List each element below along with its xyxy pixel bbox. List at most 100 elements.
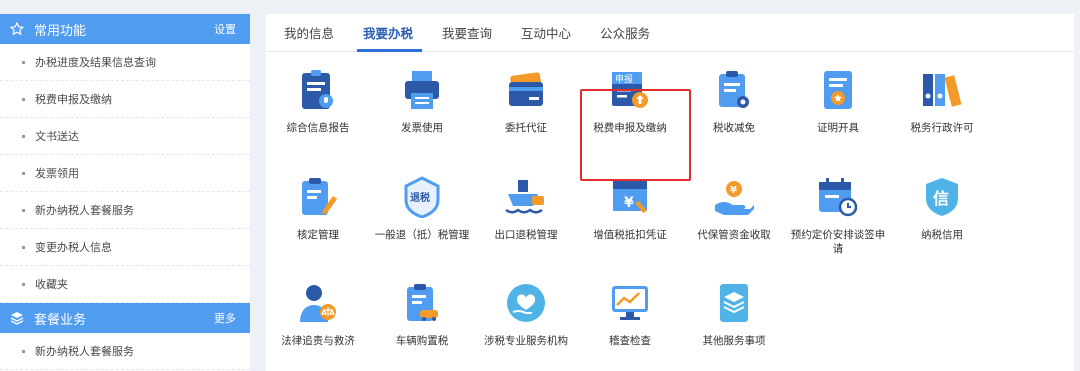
service-apa-application[interactable]: 预约定价安排谈签申请 <box>786 174 890 256</box>
star-icon <box>8 20 26 38</box>
bullet-icon <box>22 171 25 175</box>
ship-icon <box>503 174 549 220</box>
declare-upload-icon: 申报 <box>607 67 653 113</box>
refund-badge-text: 退税 <box>410 191 430 204</box>
sidebar-item-label: 收藏夹 <box>35 278 68 291</box>
service-label: 纳税信用 <box>921 229 963 241</box>
service-label: 税务行政许可 <box>910 122 974 134</box>
service-inspection[interactable]: 稽查检查 <box>578 280 682 348</box>
service-invoice-use[interactable]: 发票使用 <box>370 67 474 135</box>
main-panel: 我的信息 我要办税 我要查询 互动中心 公众服务 综合信息报告 发票使用 委托代… <box>266 14 1080 371</box>
yuan-ticket-icon: ¥ <box>607 174 653 220</box>
bullet-icon <box>22 245 25 249</box>
service-tax-credit[interactable]: 信 纳税信用 <box>890 174 994 242</box>
refund-shield-icon: 退税 <box>399 174 445 220</box>
sidebar: 常用功能 设置 办税进度及结果信息查询 税费申报及缴纳 文书送达 发票领用 新办… <box>0 14 250 371</box>
layers-doc-icon <box>711 280 757 326</box>
sidebar-item-label: 文书送达 <box>35 130 79 143</box>
sidebar-item-favorites[interactable]: 收藏夹 <box>0 266 250 303</box>
service-certificate[interactable]: 证明开具 <box>786 67 890 135</box>
package-header: 套餐业务 更多 <box>0 303 250 333</box>
calendar-clock-icon <box>815 174 861 220</box>
credit-shield-icon: 信 <box>919 174 965 220</box>
service-tax-reduction[interactable]: 税收减免 <box>682 67 786 135</box>
declare-badge-text: 申报 <box>615 73 633 85</box>
service-custody-funds[interactable]: ¥ 代保管资金收取 <box>682 174 786 242</box>
service-assessment[interactable]: 核定管理 <box>266 174 370 242</box>
service-other[interactable]: 其他服务事项 <box>682 280 786 348</box>
bullet-icon <box>22 349 25 353</box>
sidebar-item-new-taxpayer[interactable]: 新办纳税人套餐服务 <box>0 192 250 229</box>
tab-query[interactable]: 我要查询 <box>440 23 505 51</box>
service-label: 委托代征 <box>505 122 547 134</box>
service-label: 发票使用 <box>401 122 443 134</box>
bullet-icon <box>22 134 25 138</box>
sidebar-item-invoice-claim[interactable]: 发票领用 <box>0 155 250 192</box>
service-label: 核定管理 <box>297 229 339 241</box>
service-label: 其他服务事项 <box>702 335 766 347</box>
service-info-report[interactable]: 综合信息报告 <box>266 67 370 135</box>
common-functions-header: 常用功能 设置 <box>0 14 250 44</box>
sidebar-item-label: 新办纳税人套餐服务 <box>35 204 134 217</box>
bullet-icon <box>22 282 25 286</box>
more-link[interactable]: 更多 <box>214 310 236 326</box>
service-label: 增值税抵扣凭证 <box>593 229 667 241</box>
sidebar-item-document-delivery[interactable]: 文书送达 <box>0 118 250 155</box>
chart-monitor-icon <box>607 280 653 326</box>
tax-reduction-icon <box>711 67 757 113</box>
tab-handle-tax[interactable]: 我要办税 <box>357 23 426 52</box>
sidebar-item-label: 变更办税人信息 <box>35 241 112 254</box>
settings-link[interactable]: 设置 <box>214 21 236 37</box>
service-tax-declare-pay[interactable]: 申报 税费申报及缴纳 <box>578 67 682 135</box>
tab-my-info[interactable]: 我的信息 <box>282 23 347 51</box>
service-admin-license[interactable]: 税务行政许可 <box>890 67 994 135</box>
scrollbar[interactable] <box>1074 14 1080 371</box>
bullet-icon <box>22 60 25 64</box>
tab-interaction[interactable]: 互动中心 <box>519 23 584 51</box>
service-vehicle-tax[interactable]: 车辆购置税 <box>370 280 474 348</box>
service-export-refund[interactable]: 出口退税管理 <box>474 174 578 242</box>
package-title: 套餐业务 <box>34 312 87 328</box>
service-legal-remedy[interactable]: 法律追责与救济 <box>266 280 370 348</box>
info-report-icon <box>295 67 341 113</box>
bullet-icon <box>22 97 25 101</box>
service-general-refund[interactable]: 退税 一般退（抵）税管理 <box>370 174 474 242</box>
service-label: 预约定价安排谈签申请 <box>790 229 886 255</box>
service-label: 涉税专业服务机构 <box>484 335 568 347</box>
sidebar-item-new-taxpayer-package[interactable]: 新办纳税人套餐服务 <box>0 333 250 370</box>
service-label: 稽查检查 <box>609 335 651 347</box>
service-label: 税费申报及缴纳 <box>593 122 667 134</box>
hand-coin-icon: ¥ <box>711 174 757 220</box>
layers-icon <box>8 309 26 327</box>
car-doc-icon <box>399 280 445 326</box>
clipboard-pen-icon <box>295 174 341 220</box>
service-label: 证明开具 <box>817 122 859 134</box>
law-person-icon <box>295 280 341 326</box>
service-vat-deduction[interactable]: ¥ 增值税抵扣凭证 <box>578 174 682 242</box>
svg-text:¥: ¥ <box>624 195 634 211</box>
sidebar-item-label: 新办纳税人套餐服务 <box>35 345 134 358</box>
service-label: 法律追责与救济 <box>281 335 355 347</box>
credit-badge-text: 信 <box>933 189 949 208</box>
sidebar-item-label: 办税进度及结果信息查询 <box>35 56 156 69</box>
invoice-printer-icon <box>399 67 445 113</box>
card-icon <box>503 67 549 113</box>
service-label: 综合信息报告 <box>286 122 350 134</box>
sidebar-item-label: 税费申报及缴纳 <box>35 93 112 106</box>
service-label: 一般退（抵）税管理 <box>374 229 470 241</box>
sidebar-item-change-agent[interactable]: 变更办税人信息 <box>0 229 250 266</box>
tab-public-service[interactable]: 公众服务 <box>598 23 663 51</box>
bullet-icon <box>22 208 25 212</box>
service-label: 税收减免 <box>713 122 755 134</box>
service-professional-agency[interactable]: 涉税专业服务机构 <box>474 280 578 348</box>
common-functions-title: 常用功能 <box>34 23 87 39</box>
binders-icon <box>919 67 965 113</box>
service-entrusted-collection[interactable]: 委托代征 <box>474 67 578 135</box>
certificate-icon <box>815 67 861 113</box>
service-label: 代保管资金收取 <box>697 229 771 241</box>
sidebar-item-progress-query[interactable]: 办税进度及结果信息查询 <box>0 44 250 81</box>
heart-hand-icon <box>503 280 549 326</box>
sidebar-item-tax-declare[interactable]: 税费申报及缴纳 <box>0 81 250 118</box>
svg-text:¥: ¥ <box>730 185 737 196</box>
service-label: 车辆购置税 <box>395 335 449 347</box>
